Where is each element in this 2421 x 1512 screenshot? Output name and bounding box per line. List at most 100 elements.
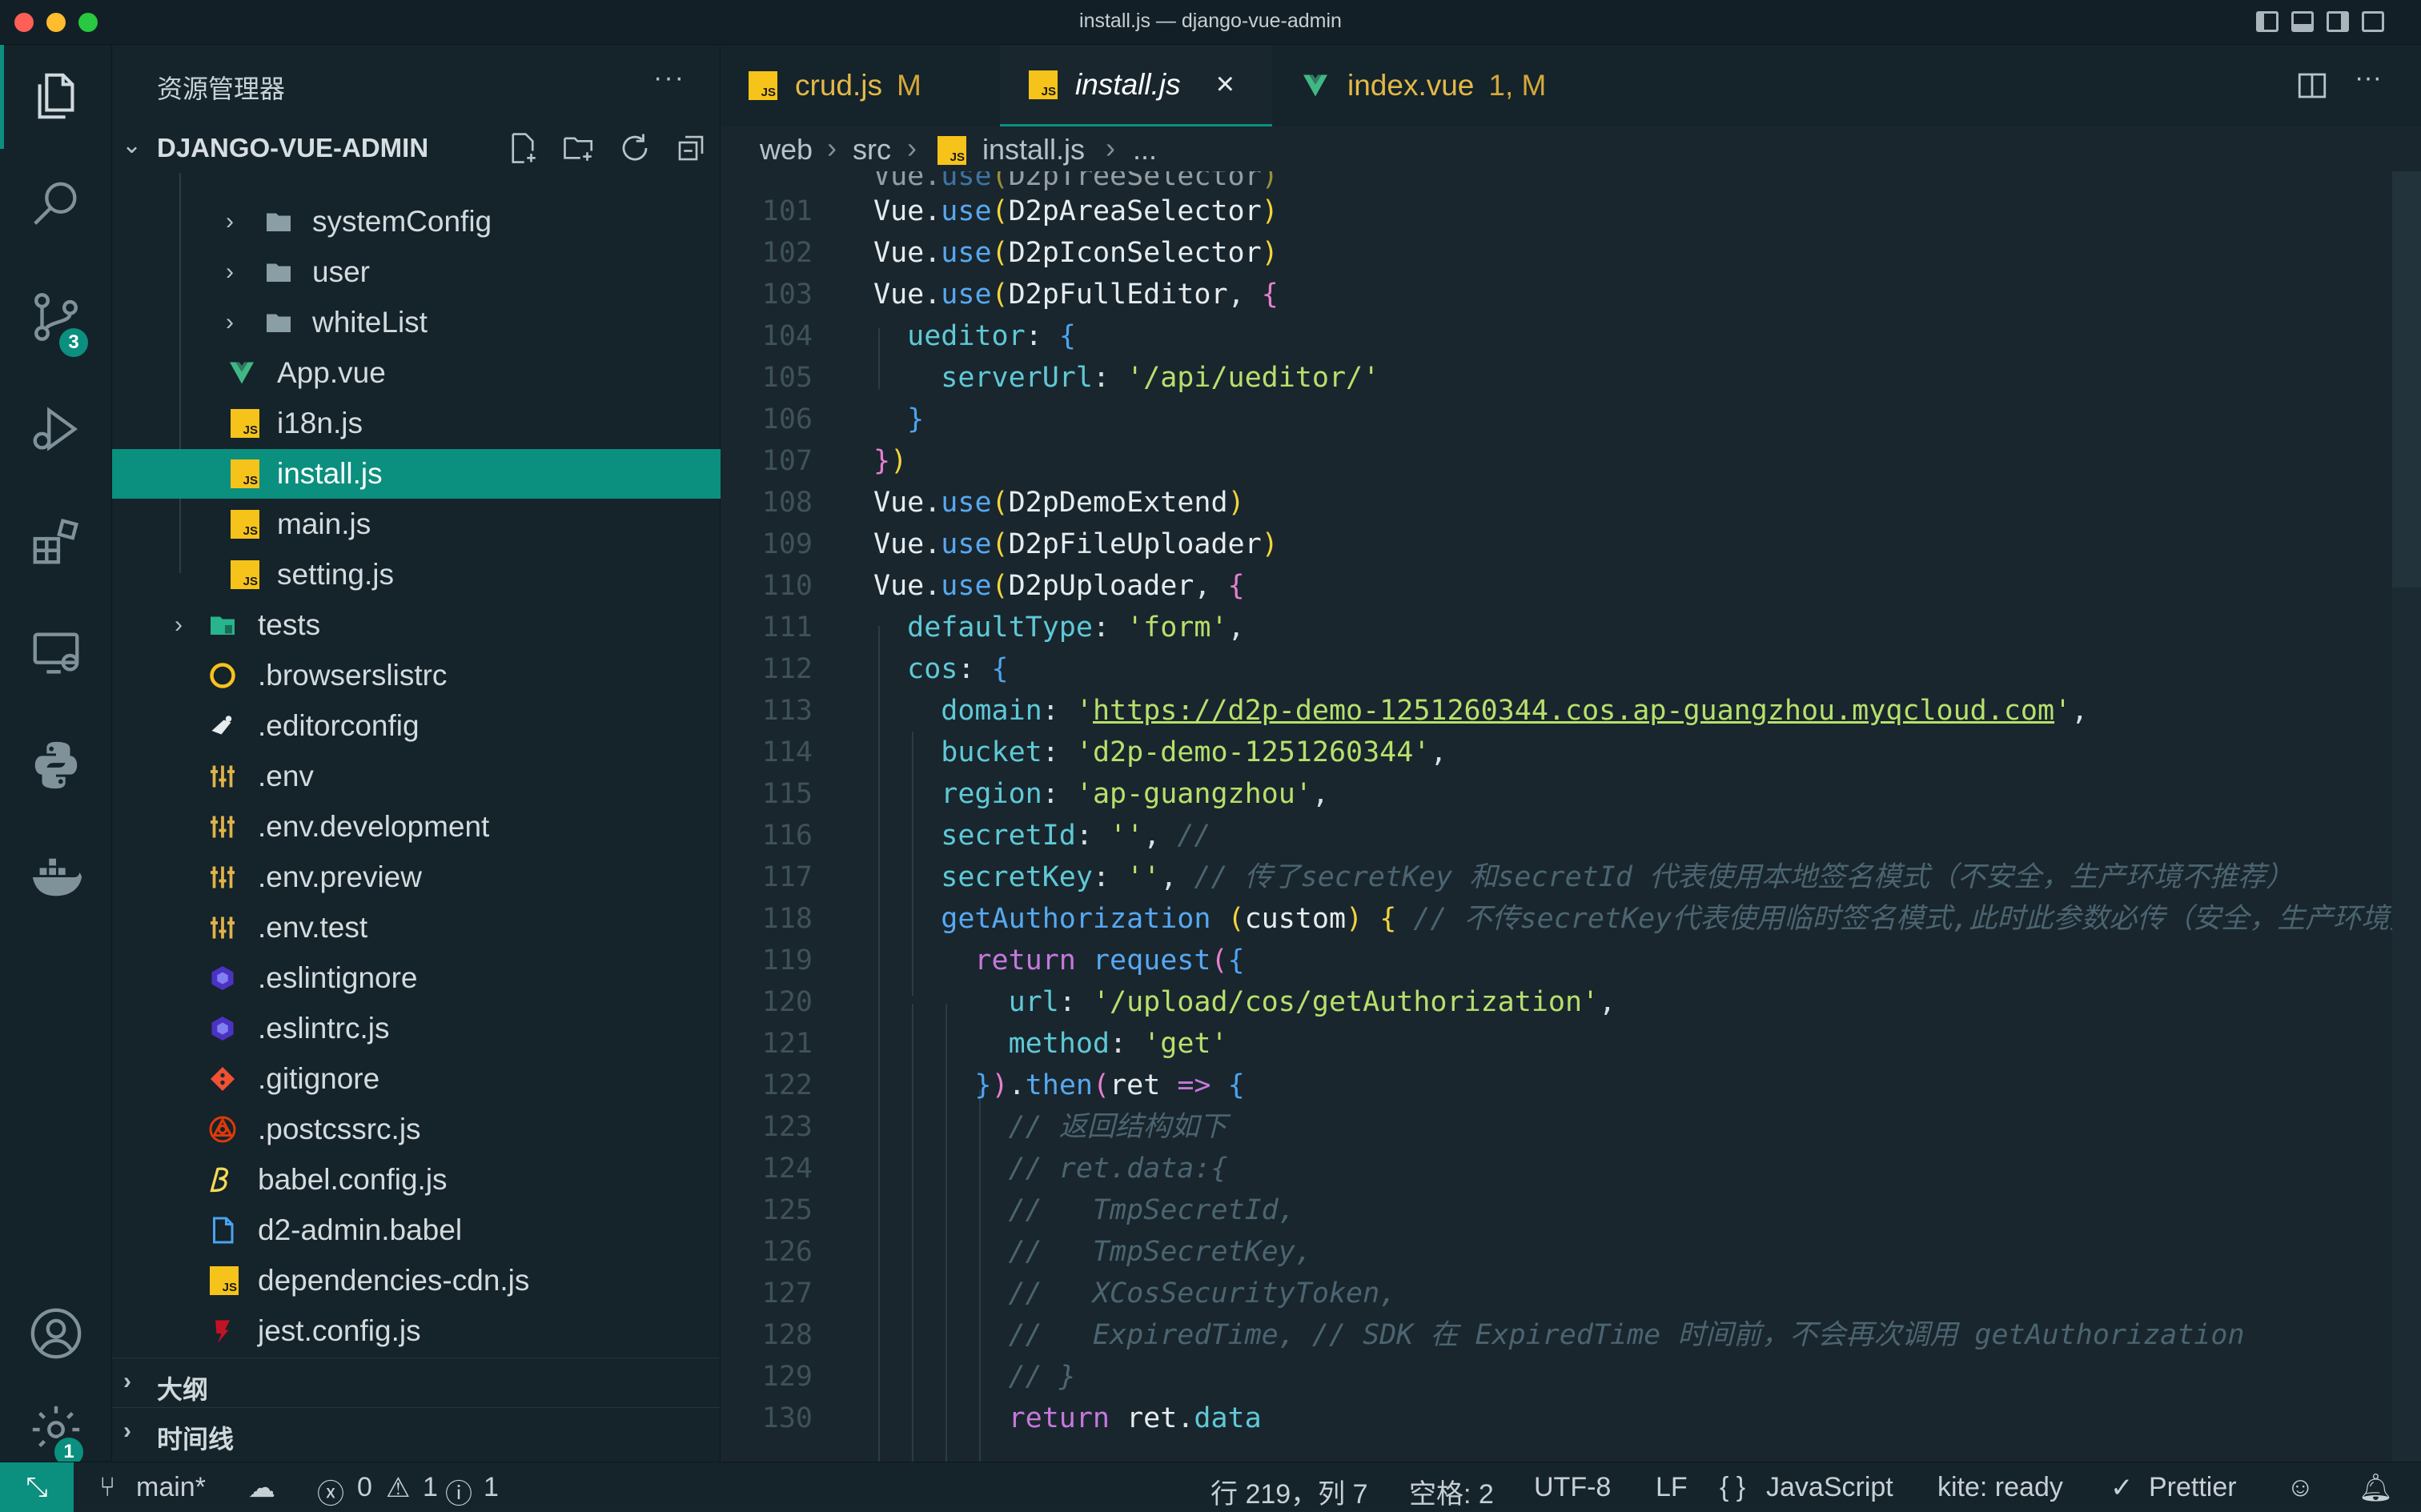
line-number: 107 (761, 445, 813, 477)
explorer-icon[interactable] (0, 48, 112, 144)
tree-item-label: .editorconfig (258, 709, 420, 742)
code-line: 124 // ret.data:{ (721, 1148, 2421, 1189)
tree-item-whitelist[interactable]: › whiteList (112, 298, 721, 347)
source-control-icon[interactable]: 3 (0, 269, 112, 365)
line-number: 108 (761, 487, 813, 519)
split-editor-icon[interactable] (2295, 69, 2329, 102)
notifications-bell-icon[interactable]: 🔔︎ (2359, 1472, 2393, 1504)
remote-explorer-icon[interactable] (0, 605, 112, 701)
language-mode[interactable]: JavaScript (1766, 1472, 1893, 1503)
warning-count[interactable]: 1 (423, 1472, 438, 1503)
js-icon: JS (231, 409, 259, 438)
tree-item-env[interactable]: .env (112, 752, 721, 801)
toggle-panel-icon[interactable] (2291, 11, 2314, 32)
tree-item-app-vue[interactable]: App.vue (112, 348, 721, 398)
outline-section[interactable]: › 大纲 (112, 1358, 721, 1407)
line-number: 110 (761, 570, 813, 602)
tree-item-gitignore[interactable]: .gitignore (112, 1054, 721, 1104)
scrollbar-thumb[interactable] (2392, 171, 2421, 588)
chevron-right-icon: › (175, 612, 183, 638)
feedback-icon[interactable]: ☺ (2286, 1472, 2315, 1503)
run-debug-icon[interactable] (0, 381, 112, 477)
js-icon: JS (937, 136, 966, 165)
title-bar: install.js — django-vue-admin (0, 0, 2421, 45)
tree-item-jest-config-js[interactable]: jest.config.js (112, 1306, 721, 1356)
editor-scrollbar[interactable] (2392, 171, 2421, 1462)
branch-name[interactable]: main* (136, 1472, 206, 1503)
tree-item-tests[interactable]: › tests (112, 600, 721, 650)
tree-item-postcssrc-js[interactable]: .postcssrc.js (112, 1105, 721, 1154)
line-number: 102 (761, 237, 813, 269)
code-line: 110 Vue.use(D2pUploader, { (721, 565, 2421, 607)
indentation[interactable]: 空格: 2 (1409, 1472, 1494, 1511)
docker-icon[interactable] (0, 829, 112, 925)
new-file-icon[interactable] (506, 131, 540, 165)
branch-icon[interactable]: ⑂ (99, 1472, 115, 1503)
tree-item-i18n-js[interactable]: JS i18n.js (112, 399, 721, 448)
timeline-section[interactable]: › 时间线 (112, 1407, 721, 1457)
toggle-secondary-sidebar-icon[interactable] (2327, 11, 2349, 32)
explorer-more-button[interactable]: ··· (653, 62, 685, 94)
tree-item-label: .env (258, 760, 314, 792)
env-icon (211, 916, 235, 939)
tree-item-dependencies-cdn-js[interactable]: JS dependencies-cdn.js (112, 1256, 721, 1305)
close-tab-icon[interactable]: × (1216, 66, 1235, 102)
tree-item-env-development[interactable]: .env.development (112, 802, 721, 852)
tree-item-eslintignore[interactable]: .eslintignore (112, 953, 721, 1003)
tree-item-env-preview[interactable]: .env.preview (112, 852, 721, 902)
error-count[interactable]: 0 (357, 1472, 372, 1503)
account-icon[interactable] (0, 1285, 112, 1382)
tree-item-main-js[interactable]: JS main.js (112, 499, 721, 549)
toggle-primary-sidebar-icon[interactable] (2256, 11, 2278, 32)
end-of-line[interactable]: LF (1656, 1472, 1688, 1503)
tree-item-label: user (312, 255, 370, 288)
tree-item-systemconfig[interactable]: › systemConfig (112, 197, 721, 247)
window-title: install.js — django-vue-admin (1079, 10, 1342, 32)
tree-item-label: .postcssrc.js (258, 1113, 421, 1145)
tree-item-editorconfig[interactable]: .editorconfig (112, 701, 721, 751)
breadcrumb-web[interactable]: web (760, 133, 813, 166)
tree-item-setting-js[interactable]: JS setting.js (112, 550, 721, 600)
error-icon[interactable]: ⓧ (317, 1472, 344, 1511)
prettier-status[interactable]: Prettier (2149, 1472, 2237, 1503)
collapse-all-icon[interactable] (674, 131, 708, 165)
warning-icon[interactable]: ⚠ (386, 1472, 410, 1504)
search-icon[interactable] (0, 157, 112, 253)
tree-item-env-test[interactable]: .env.test (112, 903, 721, 953)
breadcrumb-symbol[interactable]: ... (1133, 133, 1157, 166)
sync-cloud-icon[interactable]: ☁ (248, 1472, 275, 1504)
tree-item-browserslistrc[interactable]: .browserslistrc (112, 651, 721, 700)
project-header[interactable]: ⌄ DJANGO-VUE-ADMIN (112, 122, 721, 173)
remote-indicator-icon[interactable]: ⤡ (0, 1462, 74, 1512)
python-icon[interactable] (0, 717, 112, 813)
tree-item-label: main.js (277, 507, 371, 540)
tree-item-install-js[interactable]: JS install.js (112, 449, 721, 499)
info-count[interactable]: 1 (484, 1472, 499, 1503)
refresh-icon[interactable] (618, 131, 652, 165)
editor-more-icon[interactable]: ··· (2355, 62, 2382, 94)
line-number: 116 (761, 820, 813, 852)
tree-item-babel-config-js[interactable]: babel.config.js (112, 1155, 721, 1205)
encoding[interactable]: UTF-8 (1534, 1472, 1611, 1503)
breadcrumb-file[interactable]: install.js (982, 133, 1085, 166)
customize-layout-icon[interactable] (2362, 11, 2384, 32)
kite-status[interactable]: kite: ready (1937, 1472, 2063, 1503)
tree-item-d2-admin-babel[interactable]: d2-admin.babel (112, 1205, 721, 1255)
code-line: 115 region: 'ap-guangzhou', (721, 773, 2421, 815)
tree-item-eslintrc-js[interactable]: .eslintrc.js (112, 1004, 721, 1053)
new-folder-icon[interactable] (562, 131, 596, 165)
code-line: 114 bucket: 'd2p-demo-1251260344', (721, 732, 2421, 773)
tab-install-js[interactable]: JS install.js × (1000, 45, 1272, 126)
code-editor[interactable]: Vue.use(D2pTreeSelector) 101 Vue.use(D2pA… (721, 171, 2421, 1462)
cursor-position[interactable]: 行 219，列 7 (1210, 1472, 1368, 1511)
timeline-label: 时间线 (157, 1425, 235, 1454)
folder-icon (267, 213, 291, 231)
tab-crud-js[interactable]: JS crud.js M (749, 45, 1005, 126)
code-link[interactable]: https://d2p-demo-1251260344.cos.ap-guang… (1093, 695, 2054, 727)
tab-index-vue[interactable]: index.vue 1, M (1301, 45, 1589, 126)
info-icon[interactable]: ⓘ (445, 1472, 472, 1511)
extensions-icon[interactable] (0, 493, 112, 589)
tree-item-user[interactable]: › user (112, 247, 721, 297)
tab-label: crud.js (795, 69, 882, 102)
breadcrumb-src[interactable]: src (853, 133, 891, 166)
